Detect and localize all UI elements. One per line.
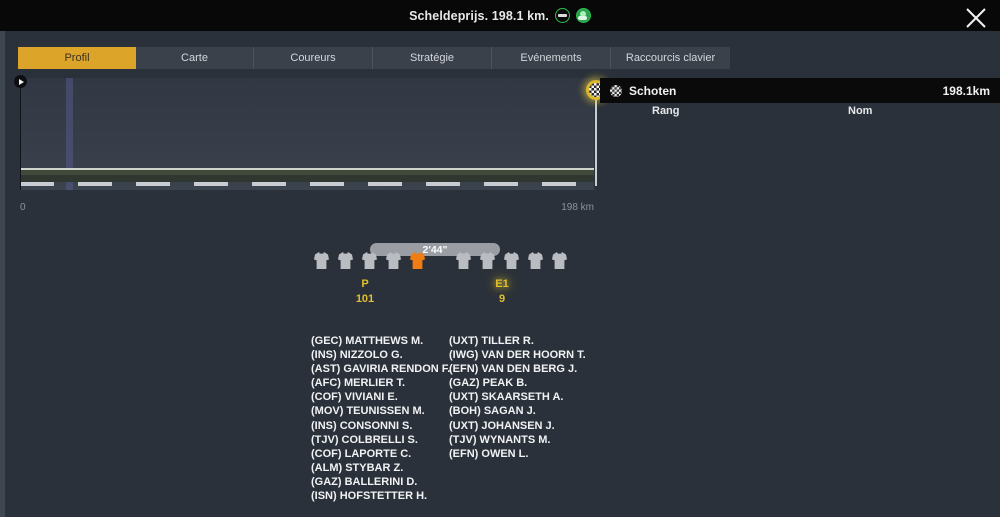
- tab-profil-label: Profil: [64, 52, 90, 64]
- gap-bar-label: 2'44": [422, 243, 448, 256]
- rider-name: (UXT) TILLER R.: [449, 335, 534, 347]
- title-bar: Scheldeprijs. 198.1 km.: [0, 0, 1000, 31]
- peloton-count: 101: [355, 293, 375, 305]
- rider-name: (AFC) MERLIER T.: [311, 377, 406, 390]
- rider-list-left: (GEC) MATTHEWS M. (INS) NIZZOLO G. (AST) G…: [311, 334, 450, 503]
- profile-x-start-label: 0: [20, 202, 26, 213]
- rider-name: (INS) NIZZOLO G.: [311, 349, 403, 362]
- jersey-icon: [480, 252, 495, 269]
- rider-name: (TJV) WYNANTS M.: [449, 433, 551, 446]
- profile-y-axis: [20, 78, 21, 190]
- escape-jersey-2[interactable]: [504, 252, 519, 274]
- peloton-label: P 101: [340, 278, 390, 305]
- tab-raccourcis-clavier[interactable]: Raccourcis clavier: [611, 47, 730, 69]
- play-marker-icon[interactable]: [14, 75, 27, 88]
- profile-road-segments: [20, 182, 594, 186]
- jersey-icon: [456, 252, 471, 269]
- profile-terrain: [20, 168, 594, 182]
- jersey-icon: [528, 252, 543, 269]
- profile-plot-area: [20, 78, 594, 190]
- rider-name: (EFN) OWEN L.: [449, 447, 529, 460]
- rider-name: (INS) CONSONNI S.: [311, 419, 413, 432]
- column-header-rang: Rang: [652, 105, 680, 117]
- escape-group-tag: E1: [495, 278, 509, 290]
- escape-jersey-4[interactable]: [552, 252, 567, 274]
- tab-bar: Profil Carte Coureurs Stratégie Evénemen…: [18, 47, 730, 69]
- jersey-icon: [314, 252, 329, 269]
- rider-name: (GAZ) BALLERINI D.: [311, 475, 418, 488]
- peloton-jersey-4[interactable]: [410, 252, 425, 274]
- rider-name: (EFN) VAN DEN BERG J.: [449, 363, 578, 376]
- jersey-icon: [410, 252, 425, 269]
- escape-group-jerseys[interactable]: [456, 252, 567, 274]
- peloton-jerseys[interactable]: [314, 252, 425, 274]
- results-rows: [600, 125, 1000, 255]
- wind-flat-icon: [554, 8, 570, 23]
- peloton-jersey-0[interactable]: [314, 252, 329, 274]
- rider-name: (AST) GAVIRIA RENDON F.: [311, 363, 451, 376]
- escape-jersey-1[interactable]: [480, 252, 495, 274]
- profile-x-end-label: 198 km: [561, 202, 594, 213]
- rider-name: (BOH) SAGAN J.: [449, 405, 536, 418]
- escape-group-label: E1 9: [477, 278, 527, 305]
- close-icon: [966, 8, 986, 28]
- finish-line-stem: [595, 98, 597, 186]
- jersey-icon: [362, 252, 377, 269]
- rider-list-right: (UXT) TILLER R. (IWG) VAN DER HOORN T. (EF…: [449, 334, 586, 461]
- tab-coureurs-label: Coureurs: [290, 52, 336, 64]
- rider-name: (ISN) HOFSTETTER H.: [311, 490, 428, 503]
- peloton-jersey-2[interactable]: [362, 252, 377, 274]
- peloton-jersey-3[interactable]: [386, 252, 401, 274]
- tab-carte[interactable]: Carte: [136, 47, 254, 69]
- column-header-nom: Nom: [848, 105, 873, 117]
- rider-name: (COF) VIVIANI E.: [311, 391, 398, 404]
- escape-group-count: 9: [498, 293, 506, 305]
- tab-carte-label: Carte: [181, 52, 208, 64]
- rider-name: (UXT) JOHANSEN J.: [449, 419, 555, 432]
- escape-jersey-3[interactable]: [528, 252, 543, 274]
- rider-name: (UXT) SKAARSETH A.: [449, 391, 564, 404]
- results-city-name: Schoten: [629, 83, 677, 98]
- rider-name: (TJV) COLBRELLI S.: [311, 433, 418, 446]
- rider-name: (COF) LAPORTE C.: [311, 447, 412, 460]
- profile-axis-labels: 0 198 km: [20, 202, 594, 213]
- left-edge-strip: [0, 31, 5, 517]
- tab-profil[interactable]: Profil: [18, 47, 136, 69]
- results-panel: Schoten 198.1km Rang Nom: [600, 78, 1000, 258]
- results-distance: 198.1km: [942, 83, 990, 98]
- rider-name: (ALM) STYBAR Z.: [311, 461, 404, 474]
- jersey-icon: [386, 252, 401, 269]
- results-header: Schoten 198.1km: [600, 78, 1000, 103]
- results-column-headers: Rang Nom: [600, 105, 1000, 125]
- checkered-flag-icon: [610, 84, 622, 97]
- rider-name: (IWG) VAN DER HOORN T.: [449, 349, 586, 362]
- jersey-icon: [504, 252, 519, 269]
- tab-raccourcis-clavier-label: Raccourcis clavier: [625, 52, 716, 64]
- title-group: Scheldeprijs. 198.1 km.: [409, 8, 591, 23]
- jersey-icon: [552, 252, 567, 269]
- tab-evenements-label: Evénements: [520, 52, 582, 64]
- tab-coureurs[interactable]: Coureurs: [254, 47, 373, 69]
- peloton-tag: P: [361, 278, 369, 290]
- jersey-icon: [338, 252, 353, 269]
- peloton-jersey-1[interactable]: [338, 252, 353, 274]
- rider-name: (GAZ) PEAK B.: [449, 377, 528, 390]
- close-button[interactable]: [960, 4, 992, 32]
- escape-jersey-0[interactable]: [456, 252, 471, 274]
- tab-strategie-label: Stratégie: [409, 52, 455, 64]
- tab-evenements[interactable]: Evénements: [492, 47, 611, 69]
- elevation-profile[interactable]: 0 198 km: [14, 75, 606, 213]
- rider-name: (MOV) TEUNISSEN M.: [311, 405, 425, 418]
- race-title: Scheldeprijs. 198.1 km.: [409, 8, 549, 23]
- weather-sun-cloud-icon: [575, 8, 591, 23]
- rider-name: (GEC) MATTHEWS M.: [311, 335, 424, 347]
- tab-strategie[interactable]: Stratégie: [373, 47, 492, 69]
